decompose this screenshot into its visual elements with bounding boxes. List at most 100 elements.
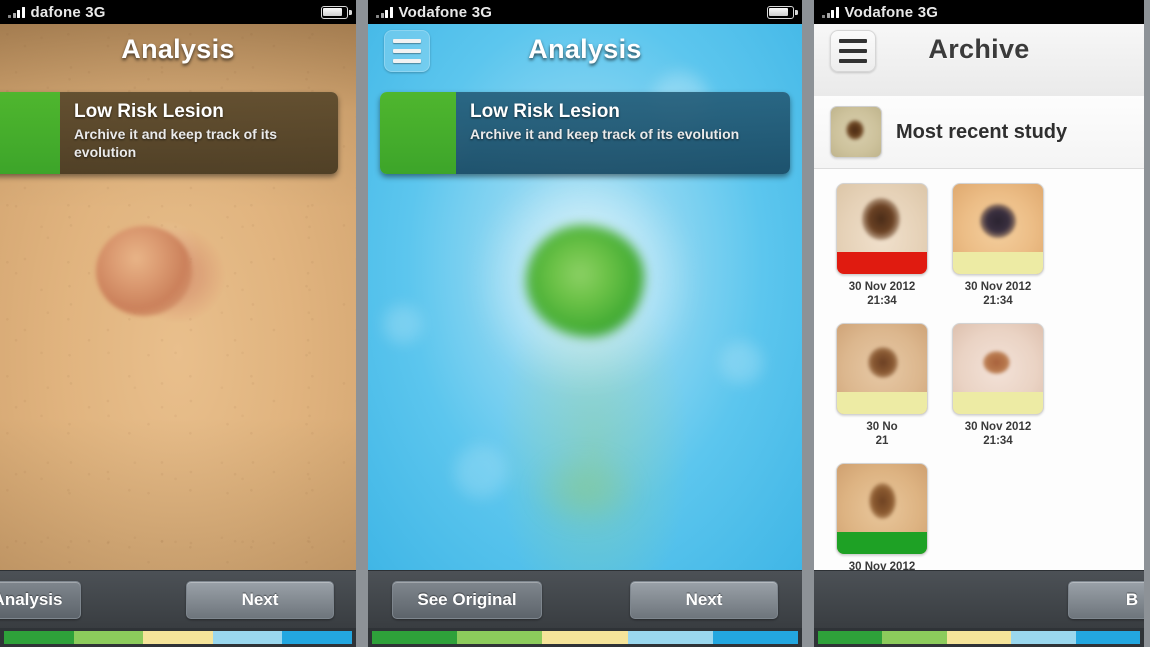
status-left-3: Vodafone 3G xyxy=(822,4,938,21)
study-risk-bar-2 xyxy=(837,391,927,414)
risk-callout-body-2: Low Risk Lesion Archive it and keep trac… xyxy=(456,92,790,174)
legend-seg-4 xyxy=(1075,631,1141,644)
study-thumbnail-4[interactable] xyxy=(836,462,928,555)
bottom-toolbar-1: e Analysis Next xyxy=(0,570,356,628)
risk-callout-1[interactable]: Low Risk Lesion Archive it and keep trac… xyxy=(0,92,338,174)
panel-analysis-heatmap: Vodafone 3G Analysis Low Risk Lesion Arc… xyxy=(362,0,808,647)
legend-seg-0 xyxy=(372,631,458,644)
study-cell-1[interactable]: 30 Nov 2012 21:34 xyxy=(952,183,1044,309)
status-right-2 xyxy=(767,5,798,19)
study-date-3: 30 Nov 2012 xyxy=(964,420,1032,433)
study-risk-bar-3 xyxy=(953,391,1043,414)
panel-analysis-photo: dafone 3G Analysis Low Risk Lesion Archi… xyxy=(0,0,362,647)
section-label-recent: Most recent study xyxy=(896,120,1068,143)
study-caption-3: 30 Nov 2012 21:34 xyxy=(952,420,1044,449)
study-risk-bar-0 xyxy=(837,252,927,274)
study-date-0: 30 Nov 2012 xyxy=(848,281,916,293)
see-original-button[interactable]: See Original xyxy=(392,580,542,619)
risk-title-1: Low Risk Lesion xyxy=(74,101,224,122)
archive-right-button[interactable]: B xyxy=(1068,580,1144,619)
heatmap-lesion-blob xyxy=(526,224,644,337)
legend-seg-4 xyxy=(712,631,799,644)
study-cell-3[interactable]: 30 Nov 2012 21:34 xyxy=(952,322,1044,449)
phone-screen-3: Vodafone 3G Archive Most recent study 30… xyxy=(814,0,1144,647)
study-caption-4: 30 Nov 2012 21:34 xyxy=(836,560,928,571)
carrier-label-1: dafone 3G xyxy=(30,3,106,21)
study-caption-0: 30 Nov 2012 21:34 xyxy=(836,280,928,309)
status-left-1: dafone 3G xyxy=(8,4,106,21)
risk-title-2: Low Risk Lesion xyxy=(470,101,620,122)
legend-seg-2 xyxy=(143,631,213,644)
legend-seg-4 xyxy=(282,631,352,644)
study-time-3: 21:34 xyxy=(983,435,1013,448)
bottom-toolbar-2: See Original Next xyxy=(368,570,802,628)
section-thumbnail-recent xyxy=(830,106,882,158)
study-thumbnail-2[interactable] xyxy=(836,322,928,415)
study-time-1: 21:34 xyxy=(983,295,1013,308)
study-thumbnail-3[interactable] xyxy=(952,322,1044,415)
legend-seg-1 xyxy=(457,631,543,644)
lesion-mark xyxy=(982,350,1010,375)
status-right-1 xyxy=(321,5,352,19)
status-bar-2: Vodafone 3G xyxy=(368,0,802,24)
risk-callout-2[interactable]: Low Risk Lesion Archive it and keep trac… xyxy=(380,92,790,174)
hamburger-menu-icon[interactable] xyxy=(830,30,876,72)
risk-scale-legend-3 xyxy=(814,628,1144,647)
battery-icon xyxy=(321,5,352,19)
battery-icon xyxy=(767,5,798,19)
signal-bars-icon xyxy=(376,6,393,18)
study-time-0: 21:34 xyxy=(867,295,897,308)
phone-screen-2: Vodafone 3G Analysis Low Risk Lesion Arc… xyxy=(368,0,802,647)
study-cell-4[interactable]: 30 Nov 2012 21:34 xyxy=(836,462,928,571)
legend-seg-2 xyxy=(542,631,628,644)
hamburger-menu-icon[interactable] xyxy=(384,30,430,72)
lesion-mark xyxy=(980,203,1016,238)
risk-scale-legend-1 xyxy=(0,628,356,647)
next-button-1[interactable]: Next xyxy=(186,580,334,619)
legend-seg-0 xyxy=(818,631,883,644)
next-button-2[interactable]: Next xyxy=(630,580,778,619)
study-risk-bar-4 xyxy=(837,531,927,554)
page-title-2: Analysis xyxy=(528,34,642,64)
study-time-2: 21 xyxy=(875,435,889,448)
study-cell-0[interactable]: 30 Nov 2012 21:34 xyxy=(836,183,928,309)
carrier-label-2: Vodafone 3G xyxy=(398,3,493,21)
carrier-label-3: Vodafone 3G xyxy=(844,3,939,21)
heatmap-secondary-blob xyxy=(530,449,640,530)
three-phone-screenshots: dafone 3G Analysis Low Risk Lesion Archi… xyxy=(0,0,1150,647)
see-analysis-button[interactable]: e Analysis xyxy=(0,580,82,619)
study-date-2: 30 No xyxy=(866,420,898,433)
status-bar-3: Vodafone 3G xyxy=(814,0,1144,24)
lesion-spot xyxy=(96,226,193,317)
study-date-4: 30 Nov 2012 xyxy=(848,560,916,571)
legend-seg-0 xyxy=(4,631,74,644)
legend-seg-3 xyxy=(212,631,283,644)
status-left-2: Vodafone 3G xyxy=(376,4,492,21)
lesion-mark xyxy=(867,347,899,378)
bottom-toolbar-3: B xyxy=(814,570,1144,628)
legend-seg-3 xyxy=(627,631,713,644)
study-risk-bar-1 xyxy=(953,252,1043,274)
risk-description-2: Archive it and keep track of its evoluti… xyxy=(470,126,740,142)
archive-scroll-area[interactable]: Most recent study 30 Nov 2012 21:34 30 N… xyxy=(814,96,1144,570)
study-thumbnail-grid: 30 Nov 2012 21:34 30 Nov 2012 21:34 30 N… xyxy=(814,169,1144,570)
legend-seg-2 xyxy=(946,631,1012,644)
section-most-recent[interactable]: Most recent study xyxy=(814,96,1144,169)
phone-screen-1: dafone 3G Analysis Low Risk Lesion Archi… xyxy=(0,0,356,647)
legend-seg-1 xyxy=(882,631,947,644)
study-thumbnail-0[interactable] xyxy=(836,183,928,275)
study-caption-1: 30 Nov 2012 21:34 xyxy=(952,280,1044,309)
study-date-1: 30 Nov 2012 xyxy=(964,281,1032,293)
panel-archive: Vodafone 3G Archive Most recent study 30… xyxy=(808,0,1150,647)
study-cell-2[interactable]: 30 No 21 xyxy=(836,322,928,449)
study-caption-2: 30 No 21 xyxy=(836,420,928,449)
risk-scale-legend-2 xyxy=(368,628,802,647)
lesion-mark xyxy=(862,198,900,240)
legend-seg-1 xyxy=(73,631,144,644)
signal-bars-icon xyxy=(8,6,25,18)
risk-color-swatch-2 xyxy=(380,92,456,174)
legend-seg-3 xyxy=(1011,631,1076,644)
study-thumbnail-1[interactable] xyxy=(952,183,1044,275)
lesion-mark xyxy=(869,483,897,520)
risk-description-1: Archive it and keep track of its evoluti… xyxy=(74,126,278,160)
